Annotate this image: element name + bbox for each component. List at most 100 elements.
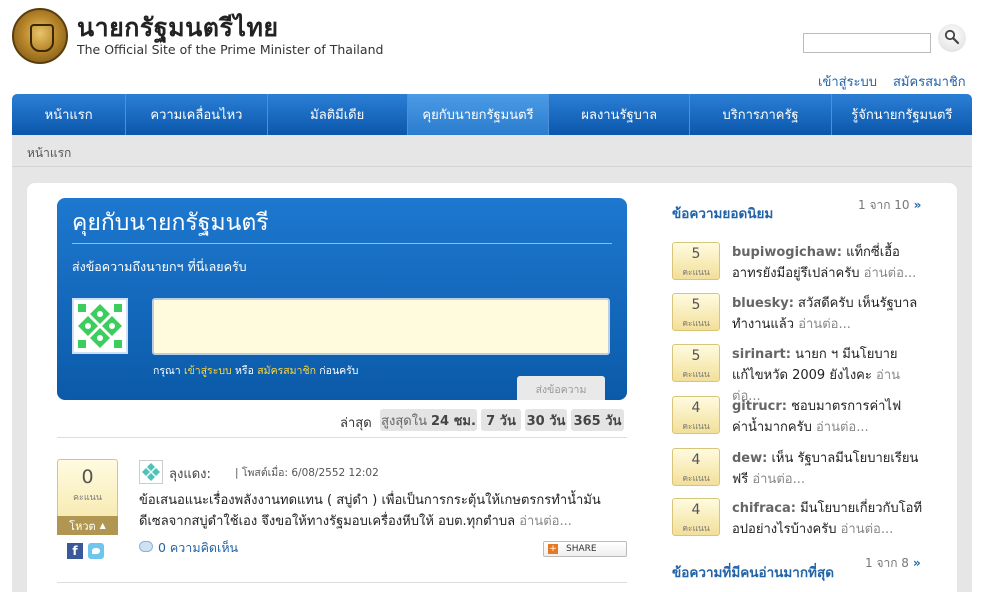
user-avatar: [72, 298, 128, 354]
filter-tab-prefix: สูงสุดใน: [381, 413, 427, 429]
vote-button[interactable]: โหวต ▲: [57, 516, 118, 535]
item-score: 5: [691, 348, 701, 364]
filter-tab-365d[interactable]: 365 วัน: [571, 409, 624, 431]
popular-item[interactable]: 5 คะแนน sirinart: นายก ฯ มีนโยบายแก้ไขหว…: [672, 344, 927, 404]
identicon-icon: [140, 461, 162, 483]
share-plus-icon: +: [548, 544, 558, 554]
nav-item-about-pm[interactable]: รู้จักนายกรัฐมนตรี: [832, 94, 972, 135]
share-button[interactable]: + SHARE: [543, 541, 627, 557]
talk-divider: [72, 243, 612, 244]
filter-tab-value: 30 วัน: [526, 413, 566, 429]
item-author: gitrucr:: [732, 399, 787, 414]
talk-subtitle: ส่งข้อความถึงนายกฯ ที่นี่เลยครับ: [72, 259, 247, 274]
comments-link[interactable]: 0 ความคิดเห็น: [158, 538, 238, 558]
site-subtitle: The Official Site of the Prime Minister …: [77, 42, 384, 57]
comment-bubble-icon: [139, 541, 153, 552]
nav-item-home[interactable]: หน้าแรก: [12, 94, 127, 135]
item-read-more-link[interactable]: อ่านต่อ...: [864, 266, 917, 281]
most-read-pager-text: 1 จาก 8: [865, 556, 909, 570]
login-prompt-register-link[interactable]: สมัครสมาชิก: [257, 365, 316, 377]
item-score: 4: [691, 400, 701, 416]
popular-next-arrow[interactable]: »: [914, 198, 922, 212]
login-prompt-or: หรือ: [235, 365, 254, 377]
popular-heading: ข้อความยอดนิยม: [672, 206, 774, 222]
post-author-name[interactable]: ลุงแดง:: [169, 463, 211, 484]
breadcrumb-home[interactable]: หน้าแรก: [27, 144, 71, 163]
item-score: 4: [691, 452, 701, 468]
sort-filter-bar: ล่าสุด สูงสุดใน 24 ชม. 7 วัน 30 วัน 365 ว…: [57, 406, 627, 434]
item-score: 4: [691, 502, 701, 518]
filter-latest[interactable]: ล่าสุด: [340, 412, 372, 433]
item-score-unit: คะแนน: [682, 422, 710, 432]
filter-tab-7d[interactable]: 7 วัน: [481, 409, 521, 431]
item-author: dew:: [732, 451, 768, 466]
message-textarea[interactable]: [152, 298, 610, 355]
item-score-unit: คะแนน: [682, 370, 710, 380]
nav-item-public-services[interactable]: บริการภาครัฐ: [690, 94, 832, 135]
login-prompt-login-link[interactable]: เข้าสู่ระบบ: [184, 365, 232, 377]
item-score-unit: คะแนน: [682, 524, 710, 534]
breadcrumb-bar: หน้าแรก: [12, 135, 972, 167]
most-read-heading: ข้อความที่มีคนอ่านมากที่สุด: [672, 565, 834, 581]
post-divider: [57, 582, 627, 583]
nav-item-talk-to-pm[interactable]: คุยกับนายกรัฐมนตรี: [407, 94, 550, 135]
filter-divider: [57, 437, 627, 438]
item-score-unit: คะแนน: [682, 319, 710, 329]
nav-item-news[interactable]: ความเคลื่อนไหว: [126, 94, 268, 135]
item-text: chifraca: มีนโยบายเกี่ยวกับโอทีอปอย่างไร…: [732, 498, 927, 540]
item-author: bluesky:: [732, 296, 794, 311]
vote-arrow-icon: ▲: [99, 521, 106, 530]
send-message-button[interactable]: ส่งข้อความ: [517, 376, 605, 400]
post-author-avatar: [139, 460, 163, 484]
popular-item[interactable]: 5 คะแนน bluesky: สวัสดีครับ เห็นรัฐบาลทำ…: [672, 293, 927, 341]
twitter-icon[interactable]: [88, 543, 104, 559]
item-score: 5: [691, 246, 701, 262]
main-nav: หน้าแรก ความเคลื่อนไหว มัลติมีเดีย คุยกั…: [12, 94, 972, 135]
item-score-unit: คะแนน: [682, 474, 710, 484]
item-read-more-link[interactable]: อ่านต่อ...: [816, 420, 869, 435]
item-author: bupiwogichaw:: [732, 245, 842, 260]
login-link[interactable]: เข้าสู่ระบบ: [818, 71, 877, 92]
post-read-more-link[interactable]: อ่านต่อ...: [519, 514, 572, 529]
filter-tab-value: 7 วัน: [486, 413, 516, 429]
item-text: gitrucr: ชอบมาตรการค่าไฟค่าน้ำมากครับ อ่…: [732, 396, 927, 438]
post-body: ข้อเสนอแนะเรื่องพลังงานทดแทน ( สบู่ดำ ) …: [139, 490, 629, 532]
search-input[interactable]: [803, 33, 931, 53]
item-score-unit: คะแนน: [682, 268, 710, 278]
item-text: bupiwogichaw: แท็กซี่เอื้ออาทรยังมีอยู่ร…: [732, 242, 927, 284]
facebook-icon[interactable]: f: [67, 543, 83, 559]
item-text: dew: เห็น รัฐบาลมีนโยบายเรียนฟรี อ่านต่อ…: [732, 448, 927, 490]
item-score: 5: [691, 297, 701, 313]
item-read-more-link[interactable]: อ่านต่อ...: [798, 317, 851, 332]
login-prompt-suffix: ก่อนครับ: [319, 365, 359, 377]
government-seal-logo[interactable]: [12, 8, 68, 64]
search-button[interactable]: [938, 24, 966, 52]
most-read-next-arrow[interactable]: »: [913, 556, 921, 570]
login-prompt: กรุณา เข้าสู่ระบบ หรือ สมัครสมาชิก ก่อนค…: [153, 362, 358, 379]
item-read-more-link[interactable]: อ่านต่อ...: [841, 522, 894, 537]
post-meta: | โพสต์เมื่อ: 6/08/2552 12:02: [235, 467, 379, 479]
popular-item[interactable]: 5 คะแนน bupiwogichaw: แท็กซี่เอื้ออาทรยั…: [672, 242, 927, 290]
most-read-pager: 1 จาก 8 »: [865, 554, 921, 573]
identicon-icon: [74, 300, 126, 352]
vote-label: โหวต: [69, 519, 96, 533]
item-text: bluesky: สวัสดีครับ เห็นรัฐบาลทำงานแล้ว …: [732, 293, 927, 335]
login-prompt-prefix: กรุณา: [153, 365, 181, 377]
item-read-more-link[interactable]: อ่านต่อ...: [752, 472, 805, 487]
popular-item[interactable]: 4 คะแนน gitrucr: ชอบมาตรการค่าไฟค่าน้ำมา…: [672, 396, 927, 444]
filter-tab-24h[interactable]: สูงสุดใน 24 ชม.: [380, 409, 477, 431]
share-label: SHARE: [566, 544, 597, 554]
popular-pager: 1 จาก 10 »: [858, 196, 921, 215]
item-author: sirinart:: [732, 347, 791, 362]
item-author: chifraca:: [732, 501, 796, 516]
popular-item[interactable]: 4 คะแนน dew: เห็น รัฐบาลมีนโยบายเรียนฟรี…: [672, 448, 927, 496]
popular-pager-text: 1 จาก 10: [858, 198, 910, 212]
nav-item-multimedia[interactable]: มัลติมีเดีย: [268, 94, 408, 135]
nav-item-government-work[interactable]: ผลงานรัฐบาล: [549, 94, 691, 135]
popular-item[interactable]: 4 คะแนน chifraca: มีนโยบายเกี่ยวกับโอทีอ…: [672, 498, 927, 546]
post-score-unit: คะแนน: [73, 493, 102, 503]
register-link[interactable]: สมัครสมาชิก: [893, 71, 966, 92]
filter-tab-30d[interactable]: 30 วัน: [525, 409, 567, 431]
search-icon: [944, 29, 960, 45]
talk-title: คุยกับนายกรัฐมนตรี: [72, 210, 269, 236]
